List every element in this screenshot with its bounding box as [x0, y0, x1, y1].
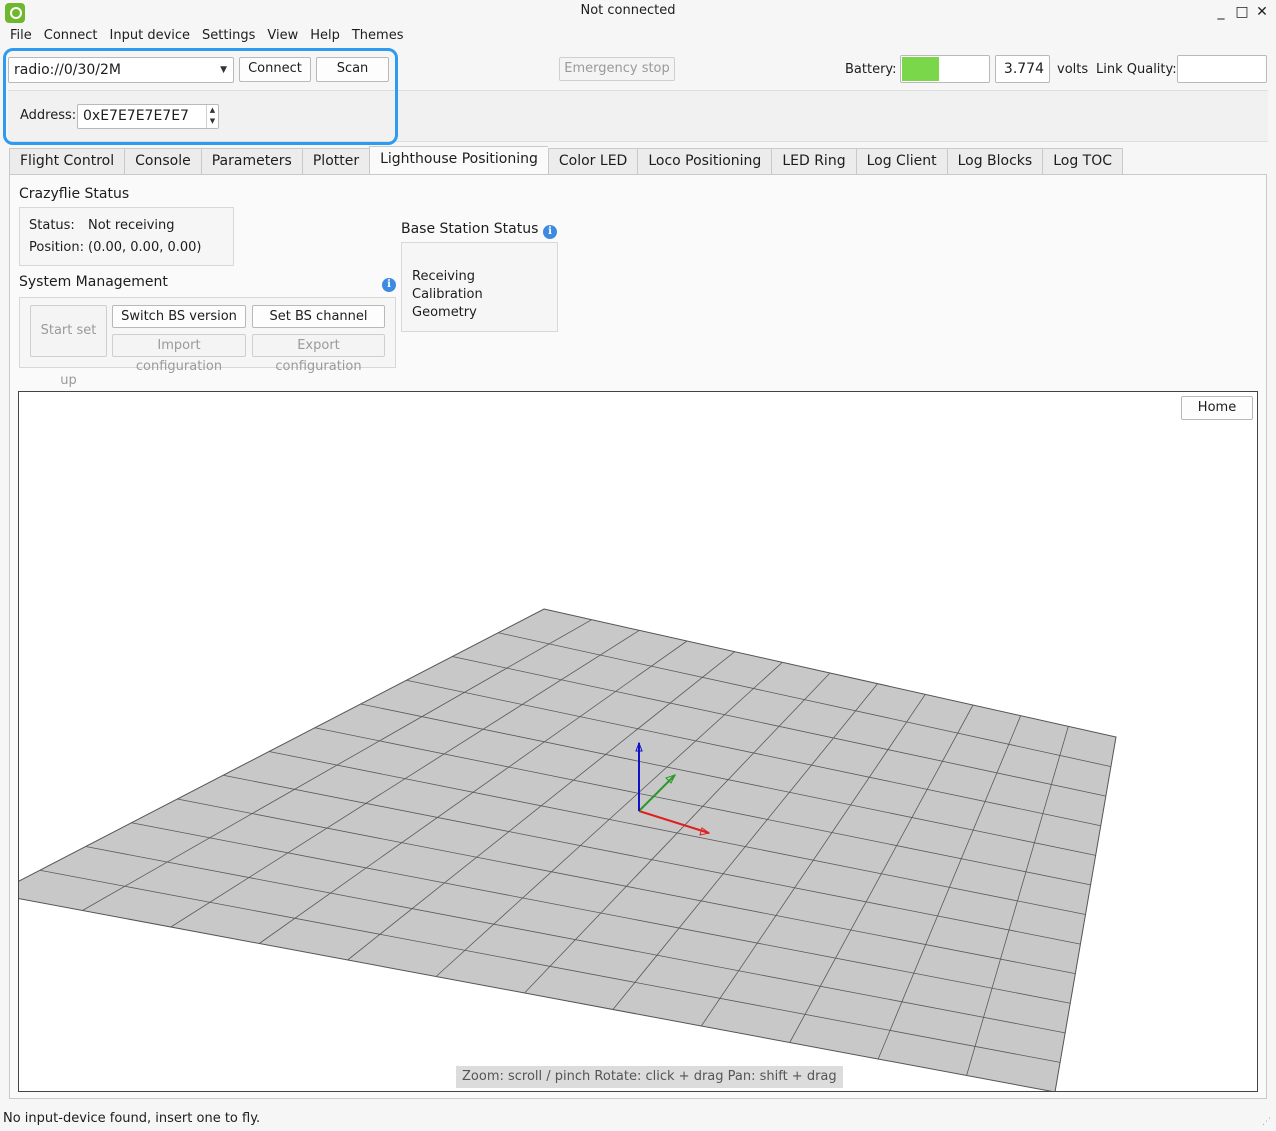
link-quality-label: Link Quality: — [1096, 62, 1177, 77]
info-icon[interactable]: i — [382, 278, 396, 292]
3d-viewport[interactable] — [18, 391, 1258, 1092]
position-value: (0.00, 0.00, 0.00) — [88, 240, 202, 255]
status-value: Not receiving — [88, 218, 175, 233]
base-station-status-group: Receiving Calibration Geometry — [401, 242, 558, 332]
tab-console[interactable]: Console — [124, 148, 201, 175]
system-management-title: System Management — [19, 274, 168, 290]
menu-settings[interactable]: Settings — [196, 27, 261, 45]
menu-connect[interactable]: Connect — [38, 27, 104, 45]
close-icon[interactable]: ✕ — [1253, 3, 1271, 21]
base-station-status-title: Base Station Status — [401, 221, 539, 237]
start-setup-button[interactable]: Start set up — [30, 305, 107, 388]
resize-grip-icon[interactable]: ⋰ — [1262, 1117, 1271, 1127]
tab-plotter[interactable]: Plotter — [301, 148, 370, 175]
crazyflie-status-title: Crazyflie Status — [19, 186, 130, 202]
voltage-field: 3.774 — [995, 55, 1050, 83]
connection-highlight — [3, 48, 398, 145]
tab-bar: Flight Control Console Parameters Plotte… — [9, 146, 1124, 175]
bs-row-calibration: Calibration — [412, 287, 483, 302]
home-button[interactable]: Home — [1181, 396, 1253, 420]
export-configuration-button[interactable]: Export configuration — [252, 334, 385, 374]
tab-lighthouse-positioning[interactable]: Lighthouse Positioning — [369, 146, 548, 175]
emergency-stop-button[interactable]: Emergency stop — [559, 57, 675, 81]
status-label: Status: — [29, 218, 75, 233]
switch-bs-version-button[interactable]: Switch BS version — [112, 305, 246, 328]
battery-fill — [902, 57, 939, 81]
tab-led-ring[interactable]: LED Ring — [771, 148, 856, 175]
battery-bar — [900, 55, 990, 83]
menu-file[interactable]: File — [4, 27, 38, 45]
menu-help[interactable]: Help — [304, 27, 346, 45]
tab-loco-positioning[interactable]: Loco Positioning — [637, 148, 772, 175]
window-title: Not connected — [580, 3, 676, 18]
viewer-hint: Zoom: scroll / pinch Rotate: click + dra… — [456, 1066, 843, 1088]
menu-input-device[interactable]: Input device — [104, 27, 197, 45]
tab-log-blocks[interactable]: Log Blocks — [946, 148, 1043, 175]
tab-parameters[interactable]: Parameters — [200, 148, 302, 175]
link-quality-bar — [1177, 55, 1267, 83]
tab-flight-control[interactable]: Flight Control — [9, 148, 125, 175]
position-label: Position: — [29, 240, 84, 255]
minimize-icon[interactable]: _ — [1212, 3, 1230, 21]
set-bs-channel-button[interactable]: Set BS channel — [252, 305, 385, 328]
import-configuration-button[interactable]: Import configuration — [112, 334, 246, 374]
tab-log-toc[interactable]: Log TOC — [1042, 148, 1124, 175]
crazyflie-status-group: Status: Not receiving Position: (0.00, 0… — [19, 207, 234, 266]
tab-color-led[interactable]: Color LED — [547, 148, 638, 175]
tab-log-client[interactable]: Log Client — [855, 148, 947, 175]
3d-scene[interactable] — [19, 392, 1258, 1092]
battery-label: Battery: — [845, 62, 897, 77]
menu-view[interactable]: View — [261, 27, 304, 45]
menu-themes[interactable]: Themes — [346, 27, 410, 45]
bs-row-receiving: Receiving — [412, 269, 476, 284]
info-icon[interactable]: i — [543, 225, 557, 239]
floor-grid — [19, 608, 1117, 1091]
menu-bar: File Connect Input device Settings View … — [4, 27, 409, 45]
volts-label: volts — [1057, 62, 1089, 77]
maximize-icon[interactable]: □ — [1233, 3, 1251, 21]
bs-row-geometry: Geometry — [412, 305, 477, 320]
status-bar-message: No input-device found, insert one to fly… — [3, 1111, 261, 1126]
